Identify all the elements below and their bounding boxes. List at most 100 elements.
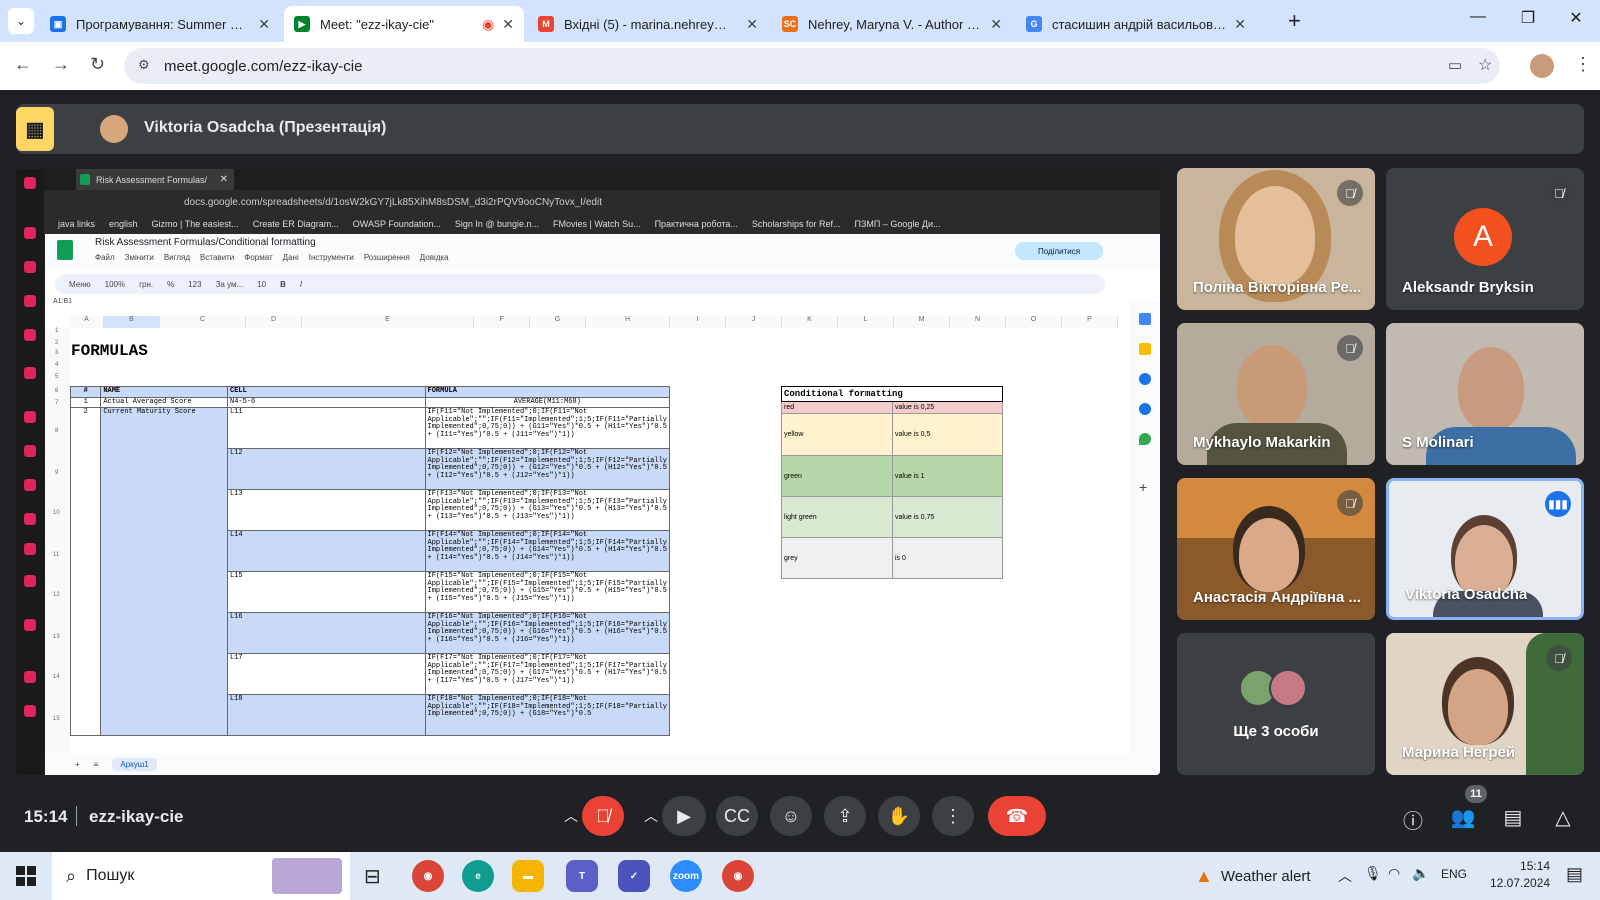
column-header: H [586, 316, 670, 328]
edge-icon[interactable]: e [462, 860, 494, 892]
audio-options-chevron-icon[interactable]: ︿ [564, 806, 578, 826]
leave-call-button[interactable]: ☎ [988, 796, 1046, 836]
wifi-icon[interactable]: ◠ [1388, 865, 1400, 882]
taskbar-clock[interactable]: 15:14 12.07.2024 [1490, 858, 1550, 892]
file-explorer-icon[interactable]: ▬ [512, 860, 544, 892]
participant-tile[interactable]: 🎙̸ Марина Негрей [1386, 633, 1584, 775]
close-window-icon[interactable]: ✕ [1556, 8, 1596, 28]
mic-tray-icon[interactable]: 🎙 [1364, 865, 1382, 882]
toolbar-item: B [280, 279, 286, 289]
meeting-info-icon[interactable]: ⓘ [1400, 805, 1426, 834]
search-icon: ⌕ [66, 865, 77, 886]
reactions-button[interactable]: ☺ [770, 796, 812, 836]
column-header: L [838, 316, 894, 328]
tab-title: стасишин андрій васильович [1052, 16, 1227, 32]
sheet-menu-item: Дані [282, 253, 299, 262]
participant-tile[interactable]: 🎙̸ Анастасія Андріївна ... [1177, 478, 1375, 620]
url-input[interactable]: ⚙ meet.google.com/ezz-ikay-cie ▭ ☆ [124, 48, 1500, 84]
sheet-menu-item: Змінити [124, 253, 154, 262]
close-tab-icon[interactable]: ✕ [990, 16, 1002, 33]
table-cell: IF(F13="Not Implemented";0;IF(F13="Not A… [424, 489, 671, 531]
sheet-menu-item: Файл [95, 253, 115, 262]
sheet-menu-item: Інструменти [308, 253, 354, 262]
bookmark-item: java links [58, 219, 96, 229]
taskbar-search[interactable]: ⌕ Пошук [52, 852, 350, 900]
participant-tile[interactable]: 🎙̸ Поліна Вікторівна Ре... [1177, 168, 1375, 310]
tab-search-button[interactable]: ⌄ [8, 8, 34, 34]
site-info-icon[interactable]: ⚙ [138, 57, 150, 73]
participant-tile[interactable]: S Molinari [1386, 323, 1584, 465]
raise-hand-button[interactable]: ✋ [878, 796, 920, 836]
inner-tab-title: Risk Assessment Formulas/ [96, 174, 208, 185]
participant-tile[interactable]: A 🎙̸ Aleksandr Bryksin [1386, 168, 1584, 310]
teams-classic-icon[interactable]: ✓ [618, 860, 650, 892]
participant-name: Aleksandr Bryksin [1402, 279, 1534, 296]
search-highlight-image [272, 858, 342, 894]
presenter-name: Viktoria Osadcha (Презентація) [144, 119, 387, 136]
presenter-avatar [100, 115, 128, 143]
browser-tab-active[interactable]: ▶ Meet: "ezz-ikay-cie" ◉ ✕ [284, 6, 524, 42]
bookmark-star-icon[interactable]: ☆ [1478, 55, 1492, 75]
reload-icon[interactable]: ↻ [90, 54, 105, 75]
search-placeholder: Пошук [86, 867, 135, 884]
close-tab-icon[interactable]: ✕ [502, 16, 514, 33]
video-options-chevron-icon[interactable]: ︿ [644, 806, 658, 826]
contacts-icon [1139, 403, 1151, 415]
people-icon[interactable]: 👥 [1450, 805, 1476, 830]
forward-icon[interactable]: → [52, 54, 70, 75]
calendar-icon [1139, 313, 1151, 325]
close-tab-icon[interactable]: ✕ [1234, 16, 1246, 33]
close-tab-icon[interactable]: ✕ [258, 16, 270, 33]
zoom-icon[interactable]: zoom [670, 860, 702, 892]
back-icon[interactable]: ← [14, 54, 32, 75]
close-tab-icon[interactable]: ✕ [746, 16, 758, 33]
restore-icon[interactable]: ❐ [1508, 8, 1548, 28]
bookmark-item: Create ER Diagram... [252, 219, 339, 229]
task-view-icon[interactable]: ⊟ [364, 864, 381, 889]
browser-tab[interactable]: G стасишин андрій васильович ✕ [1016, 6, 1256, 42]
teams-icon[interactable]: T [566, 860, 598, 892]
tray-chevron-icon[interactable]: ︿ [1338, 866, 1352, 886]
browser-tab[interactable]: M Вхідні (5) - marina.nehrey@nub ✕ [528, 6, 768, 42]
browser-tab[interactable]: SC Nehrey, Maryna V. - Author det ✕ [772, 6, 1012, 42]
notifications-icon[interactable]: ▤ [1566, 864, 1583, 885]
toolbar-item: грн. [139, 279, 154, 289]
chrome-icon[interactable]: ◉ [412, 860, 444, 892]
browser-menu-icon[interactable]: ⋮ [1574, 54, 1592, 75]
participant-avatar: A [1454, 208, 1512, 266]
camera-toggle-button[interactable]: ▶ [662, 796, 706, 836]
weather-widget[interactable]: ▲ Weather alert [1195, 866, 1311, 887]
participant-video [1458, 347, 1524, 431]
address-bar-row: ← → ↻ ⚙ meet.google.com/ezz-ikay-cie ▭ ☆… [0, 42, 1600, 90]
mic-toggle-button[interactable]: 🎙̸ [582, 796, 624, 836]
toolbar-item: 10 [257, 279, 267, 289]
participant-tile[interactable]: ▮▮▮ Viktoria Osadcha [1386, 478, 1584, 620]
tab-title: Вхідні (5) - marina.nehrey@nub [564, 16, 739, 32]
captions-button[interactable]: CC [716, 796, 758, 836]
profile-avatar[interactable] [1530, 54, 1554, 78]
minimize-icon[interactable]: — [1458, 8, 1498, 26]
volume-icon[interactable]: 🔈 [1412, 865, 1429, 882]
chrome-active-icon[interactable]: ◉ [722, 860, 754, 892]
sheet-menu-item: Формат [244, 253, 273, 262]
camera-indicator-icon[interactable]: ▭ [1448, 56, 1462, 74]
activities-icon[interactable]: △ [1550, 805, 1576, 830]
new-tab-button[interactable]: + [1288, 8, 1301, 34]
chat-icon[interactable]: ▤ [1500, 805, 1526, 830]
all-sheets-icon: ≡ [93, 760, 99, 769]
participant-video [1448, 669, 1508, 745]
mic-off-icon: 🎙̸ [1546, 180, 1572, 206]
present-button[interactable]: ⇪ [824, 796, 866, 836]
spreadsheet: Risk Assessment Formulas/Conditional for… [45, 234, 1160, 775]
windows-start-icon[interactable] [16, 866, 36, 886]
more-options-button[interactable]: ⋮ [932, 796, 974, 836]
mic-off-icon: 🎙̸ [1337, 180, 1363, 206]
language-indicator[interactable]: ENG [1441, 867, 1467, 881]
cf-row: green value is 1 [781, 455, 1003, 497]
sheet-tab: Аркуш1 [112, 758, 157, 771]
column-header: F [474, 316, 530, 328]
participant-tile[interactable]: 🎙̸ Mykhaylo Makarkin [1177, 323, 1375, 465]
browser-tab[interactable]: ▣ Програмування: Summer Scho ✕ [40, 6, 280, 42]
participant-tile-more[interactable]: Ще 3 особи [1177, 633, 1375, 775]
cf-label: grey [781, 537, 893, 579]
